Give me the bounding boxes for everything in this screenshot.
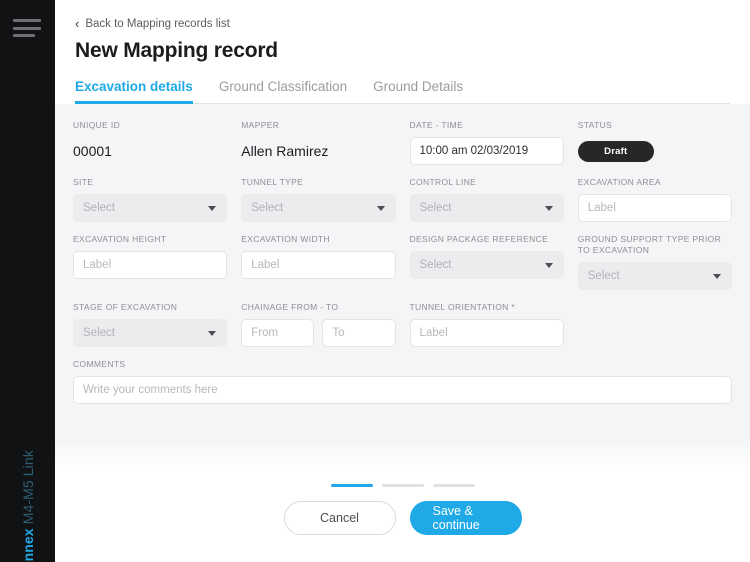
brand-logo: WestConnex M4-M5 Link <box>0 450 55 562</box>
brand-name: WestConnex <box>20 528 36 562</box>
back-to-list-link[interactable]: ‹ Back to Mapping records list <box>75 16 730 31</box>
hamburger-icon[interactable] <box>13 19 41 37</box>
site-select-value: Select <box>83 202 115 215</box>
excavation-area-input[interactable]: Label <box>577 194 732 223</box>
field-excavation-height: EXCAVATION HEIGHT Label <box>73 234 228 290</box>
field-chainage: CHAINAGE FROM - TO From To <box>241 302 396 348</box>
hamburger-line <box>13 19 41 22</box>
stage-of-excavation-select[interactable]: Select <box>73 319 228 348</box>
field-label-excavation-height: EXCAVATION HEIGHT <box>73 234 167 245</box>
field-excavation-area: EXCAVATION AREA Label <box>577 177 732 223</box>
page-header: ‹ Back to Mapping records list New Mappi… <box>55 0 750 104</box>
field-label-chainage: CHAINAGE FROM - TO <box>241 302 339 313</box>
chainage-range-group: From To <box>241 319 396 348</box>
excavation-width-input[interactable]: Label <box>241 251 396 280</box>
chevron-down-icon <box>208 205 217 211</box>
tunnel-type-select[interactable]: Select <box>241 194 396 223</box>
field-date-time: DATE - TIME 10:00 am 02/03/2019 <box>409 120 564 166</box>
field-label-ground-support-type: GROUND SUPPORT TYPE PRIOR TO EXCAVATION <box>577 234 722 256</box>
save-and-continue-button[interactable]: Save & continue <box>409 501 522 535</box>
chainage-from-input[interactable]: From <box>241 319 315 348</box>
content-column: ‹ Back to Mapping records list New Mappi… <box>55 0 750 562</box>
excavation-height-input[interactable]: Label <box>73 251 228 280</box>
field-label-date-time: DATE - TIME <box>409 120 464 130</box>
field-label-mapper: MAPPER <box>241 120 280 130</box>
field-design-package-reference: DESIGN PACKAGE REFERENCE Select <box>409 234 564 290</box>
date-time-input[interactable]: 10:00 am 02/03/2019 <box>409 137 564 166</box>
field-comments: COMMENTS Write your comments here <box>73 359 732 405</box>
field-ground-support-type: GROUND SUPPORT TYPE PRIOR TO EXCAVATION … <box>577 234 732 291</box>
chevron-left-icon: ‹ <box>75 16 80 31</box>
chevron-down-icon <box>713 273 721 279</box>
ground-support-type-select[interactable]: Select <box>577 262 732 291</box>
chevron-down-icon <box>544 205 553 211</box>
form-bottom-fade <box>55 440 750 474</box>
field-label-comments: COMMENTS <box>73 359 126 370</box>
hamburger-line <box>13 34 35 37</box>
value-mapper: Allen Ramirez <box>241 143 329 160</box>
field-control-line: CONTROL LINE Select <box>409 177 564 223</box>
back-link-label: Back to Mapping records list <box>85 18 230 30</box>
field-unique-id: UNIQUE ID 00001 <box>73 120 227 165</box>
step-indicator-1[interactable] <box>330 484 373 487</box>
form-area: UNIQUE ID 00001 MAPPER Allen Ramirez DAT… <box>55 104 750 474</box>
field-tunnel-type: TUNNEL TYPE Select <box>241 177 396 223</box>
design-package-reference-select-value: Select <box>419 259 452 272</box>
field-label-excavation-width: EXCAVATION WIDTH <box>241 234 330 245</box>
cancel-button[interactable]: Cancel <box>283 501 396 535</box>
control-line-select[interactable]: Select <box>409 194 564 223</box>
form-row-2: SITE Select TUNNEL TYPE Select CONTROL L… <box>73 177 732 223</box>
chevron-down-icon <box>208 330 217 336</box>
footer-bar: Cancel Save & continue <box>55 474 750 562</box>
chevron-down-icon <box>544 262 553 268</box>
tab-excavation-details[interactable]: Excavation details <box>75 79 193 104</box>
app-root: WestConnex M4-M5 Link ‹ Back to Mapping r… <box>0 0 750 562</box>
chainage-to-input[interactable]: To <box>322 319 396 348</box>
field-row4-spacer <box>578 302 732 347</box>
page-title: New Mapping record <box>75 39 278 62</box>
control-line-select-value: Select <box>419 202 452 215</box>
form-row-comments: COMMENTS Write your comments here <box>73 359 732 405</box>
field-site: SITE Select <box>73 177 228 223</box>
comments-input[interactable]: Write your comments here <box>73 376 732 405</box>
form-row-1: UNIQUE ID 00001 MAPPER Allen Ramirez DAT… <box>73 120 732 166</box>
field-label-stage-of-excavation: STAGE OF EXCAVATION <box>73 302 178 313</box>
field-status: STATUS Draft <box>577 120 732 165</box>
field-label-tunnel-type: TUNNEL TYPE <box>241 177 304 188</box>
design-package-reference-select[interactable]: Select <box>409 251 564 280</box>
step-indicator-3[interactable] <box>432 484 475 487</box>
tunnel-orientation-input[interactable]: Label <box>409 319 564 348</box>
field-label-site: SITE <box>73 177 94 188</box>
field-label-control-line: CONTROL LINE <box>409 177 477 188</box>
value-unique-id: 00001 <box>73 143 112 160</box>
left-rail: WestConnex M4-M5 Link <box>0 0 55 562</box>
field-excavation-width: EXCAVATION WIDTH Label <box>241 234 396 290</box>
chevron-down-icon <box>376 205 385 211</box>
ground-support-type-select-value: Select <box>587 270 620 283</box>
field-mapper: MAPPER Allen Ramirez <box>241 120 395 165</box>
tunnel-type-select-value: Select <box>251 202 284 215</box>
step-indicator <box>55 484 750 487</box>
field-label-excavation-area: EXCAVATION AREA <box>577 177 661 188</box>
tab-ground-classification[interactable]: Ground Classification <box>219 79 347 103</box>
tab-bar: Excavation details Ground Classification… <box>75 79 730 104</box>
step-indicator-2[interactable] <box>381 484 424 487</box>
field-tunnel-orientation: TUNNEL ORIENTATION * Label <box>409 302 564 348</box>
form-row-4: STAGE OF EXCAVATION Select CHAINAGE FROM… <box>73 302 732 348</box>
tab-ground-details[interactable]: Ground Details <box>373 79 463 103</box>
field-label-tunnel-orientation: TUNNEL ORIENTATION * <box>409 302 516 313</box>
field-stage-of-excavation: STAGE OF EXCAVATION Select <box>73 302 228 348</box>
field-label-status: STATUS <box>577 120 613 130</box>
brand-subtitle: M4-M5 Link <box>19 450 36 525</box>
field-label-design-package-reference: DESIGN PACKAGE REFERENCE <box>409 234 549 245</box>
form-row-3: EXCAVATION HEIGHT Label EXCAVATION WIDTH… <box>73 234 732 291</box>
field-label-unique-id: UNIQUE ID <box>73 120 121 130</box>
stage-of-excavation-select-value: Select <box>83 327 115 340</box>
site-select[interactable]: Select <box>73 194 228 223</box>
status-badge: Draft <box>577 141 654 163</box>
hamburger-line <box>13 26 41 30</box>
